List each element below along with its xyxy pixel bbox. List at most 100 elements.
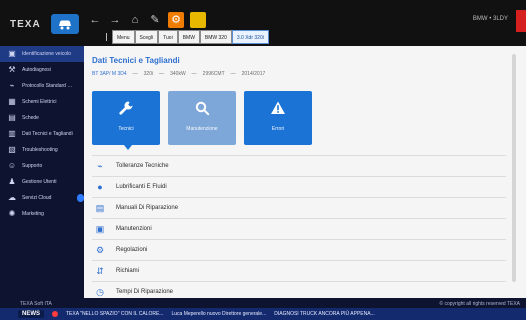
sidebar-item-marketing[interactable]: ✺ Marketing bbox=[0, 206, 84, 222]
tile-label: Errori bbox=[271, 126, 285, 132]
sidebar-item-label: Schemi Elettrici bbox=[22, 99, 57, 105]
clock-icon: ◷ bbox=[96, 286, 104, 297]
wrench-icon: ⚒ bbox=[8, 65, 16, 74]
search-icon bbox=[194, 100, 210, 116]
adjust-icon: ⚙ bbox=[95, 244, 105, 255]
list-item-label: Manutenzioni bbox=[116, 226, 152, 232]
bulb-icon: ✺ bbox=[8, 209, 16, 218]
tile-manutenzione[interactable]: Manutenzione bbox=[168, 91, 236, 145]
list-item-label: Manuali Di Riparazione bbox=[116, 205, 179, 211]
tile-errori[interactable]: Errori bbox=[244, 91, 312, 145]
sidebar-item-label: Identificazione veicolo bbox=[22, 51, 71, 57]
sidebar-item-troubleshooting[interactable]: ▧ Troubleshooting bbox=[0, 142, 84, 158]
breadcrumb-separator: — bbox=[230, 71, 236, 77]
gauge-icon: ⌁ bbox=[97, 160, 103, 171]
list-item-manuali[interactable]: ▤ Manuali Di Riparazione bbox=[92, 198, 506, 219]
breadcrumb-item[interactable]: 2014/2017 bbox=[242, 71, 266, 77]
list-item-label: Lubrificanti E Fluidi bbox=[116, 184, 167, 190]
recall-icon: ⇵ bbox=[96, 265, 104, 276]
sidebar-item-identificazione[interactable]: ▣ Identificazione veicolo bbox=[0, 46, 84, 62]
sidebar: ▣ Identificazione veicolo ⚒ Autodiagnosi… bbox=[0, 46, 84, 298]
sidebar-item-obd[interactable]: ⌁ Protocollo Standard OBD bbox=[0, 78, 84, 94]
sidebar-item-label: Servizi Cloud bbox=[22, 195, 52, 201]
users-icon: ♟ bbox=[8, 177, 16, 186]
list-item-richiami[interactable]: ⇵ Richiami bbox=[92, 261, 506, 282]
data-list: ⌁ Tolleranze Tecniche ● Lubrificanti E F… bbox=[92, 155, 506, 303]
top-bar: TEXA ← → ⌂ ✎ ⚙ Menu Scegli Tuoi BMW BMW … bbox=[0, 0, 526, 46]
back-icon[interactable]: ← bbox=[88, 13, 102, 27]
cards-icon: ▤ bbox=[8, 113, 16, 122]
breadcrumb-item[interactable]: 2996CMT bbox=[203, 71, 225, 77]
footer-status: TEXA Soft ITA bbox=[20, 301, 52, 307]
warning-button[interactable] bbox=[190, 12, 206, 28]
sidebar-item-label: Protocollo Standard OBD bbox=[22, 83, 74, 89]
news-tag: NEWS bbox=[18, 310, 44, 318]
tools-icon[interactable]: ✎ bbox=[148, 13, 162, 27]
navigation-icons: ← → ⌂ ✎ ⚙ bbox=[88, 12, 206, 28]
home-button[interactable] bbox=[50, 14, 79, 34]
sidebar-item-cloud[interactable]: ☁ Servizi Cloud bbox=[0, 190, 84, 206]
category-tiles: Tecnici Manutenzione Errori bbox=[92, 91, 506, 150]
list-item-regolazioni[interactable]: ⚙ Regolazioni bbox=[92, 240, 506, 261]
settings-button[interactable]: ⚙ bbox=[168, 12, 184, 28]
sidebar-item-label: Troubleshooting bbox=[22, 147, 58, 153]
car-icon bbox=[58, 20, 71, 30]
sidebar-item-schede[interactable]: ▤ Schede bbox=[0, 110, 84, 126]
list-item-label: Tempi Di Riparazione bbox=[116, 289, 174, 295]
sidebar-item-label: Autodiagnosi bbox=[22, 67, 51, 73]
forward-icon[interactable]: → bbox=[108, 13, 122, 27]
droplet-icon: ● bbox=[97, 182, 103, 192]
list-item-tolleranze[interactable]: ⌁ Tolleranze Tecniche bbox=[92, 156, 506, 177]
active-tile-caret bbox=[124, 145, 132, 150]
sidebar-item-label: Gestione Utenti bbox=[22, 179, 57, 185]
tab[interactable]: Tuoi bbox=[158, 30, 178, 44]
live-dot bbox=[52, 311, 58, 317]
breadcrumb-separator: — bbox=[191, 71, 197, 77]
breadcrumb: BT 3AP/ M 3D4 — 320i — 340kW — 2996CMT —… bbox=[92, 71, 506, 77]
sidebar-item-utenti[interactable]: ♟ Gestione Utenti bbox=[0, 174, 84, 190]
list-item-lubrificanti[interactable]: ● Lubrificanti E Fluidi bbox=[92, 177, 506, 198]
wrench-icon bbox=[118, 100, 134, 116]
list-item-label: Richiami bbox=[116, 268, 140, 274]
news-ticker: NEWS TEXA "NELLO SPAZIO" CON IL CALORE..… bbox=[0, 308, 526, 320]
top-status: BMW • 3LDY bbox=[472, 16, 508, 22]
tab[interactable]: Menu bbox=[112, 30, 135, 44]
sidebar-item-supporto[interactable]: ☺ Supporto bbox=[0, 158, 84, 174]
content: Dati Tecnici e Tagliandi BT 3AP/ M 3D4 —… bbox=[92, 52, 506, 303]
cloud-icon: ☁ bbox=[8, 193, 16, 202]
sidebar-item-schemi[interactable]: ▦ Schemi Elettrici bbox=[0, 94, 84, 110]
sidebar-item-dati-tecnici[interactable]: ▥ Dati Tecnici e Tagliandi bbox=[0, 126, 84, 142]
plug-icon: ⌁ bbox=[9, 81, 15, 90]
breadcrumb-item[interactable]: 340kW bbox=[170, 71, 186, 77]
tab[interactable]: BMW bbox=[177, 30, 200, 44]
warning-icon bbox=[270, 100, 286, 116]
news-item[interactable]: TEXA "NELLO SPAZIO" CON IL CALORE... bbox=[66, 311, 163, 317]
footer-copyright: © copyright all rights reserved TEXA bbox=[439, 301, 520, 307]
tab[interactable]: Scegli bbox=[134, 30, 159, 44]
news-item[interactable]: DIAGNOSI TRUCK ANCORA PIÙ APPENA... bbox=[274, 311, 375, 317]
manual-icon: ▤ bbox=[95, 202, 105, 213]
brand-name: TEXA bbox=[10, 18, 41, 30]
notification-dot bbox=[76, 194, 84, 202]
scrollbar[interactable] bbox=[512, 54, 516, 282]
service-icon: ▣ bbox=[95, 223, 105, 234]
support-icon: ☺ bbox=[7, 161, 17, 170]
breadcrumb-item[interactable]: BT 3AP/ M 3D4 bbox=[92, 71, 127, 77]
list-item-label: Tolleranze Tecniche bbox=[116, 163, 169, 169]
breadcrumb-item[interactable]: 320i bbox=[144, 71, 153, 77]
close-button[interactable] bbox=[516, 10, 526, 32]
tile-tecnici[interactable]: Tecnici bbox=[92, 91, 160, 150]
breadcrumb-separator: — bbox=[132, 71, 138, 77]
brand: TEXA bbox=[10, 10, 80, 38]
news-item[interactable]: Luca Meperello nuovo Direttore generale.… bbox=[171, 311, 266, 317]
clipboard-icon: ▧ bbox=[8, 145, 16, 154]
book-icon: ▥ bbox=[8, 129, 16, 138]
tab[interactable]: BMW 320 bbox=[199, 30, 232, 44]
sidebar-item-label: Dati Tecnici e Tagliandi bbox=[22, 131, 73, 137]
footer: TEXA Soft ITA © copyright all rights res… bbox=[0, 298, 526, 320]
list-item-label: Regolazioni bbox=[116, 247, 148, 253]
sidebar-item-autodiagnosi[interactable]: ⚒ Autodiagnosi bbox=[0, 62, 84, 78]
home-icon[interactable]: ⌂ bbox=[128, 13, 142, 27]
list-item-manutenzioni[interactable]: ▣ Manutenzioni bbox=[92, 219, 506, 240]
tab-active[interactable]: 3.0 Xdr 320i bbox=[231, 30, 269, 44]
